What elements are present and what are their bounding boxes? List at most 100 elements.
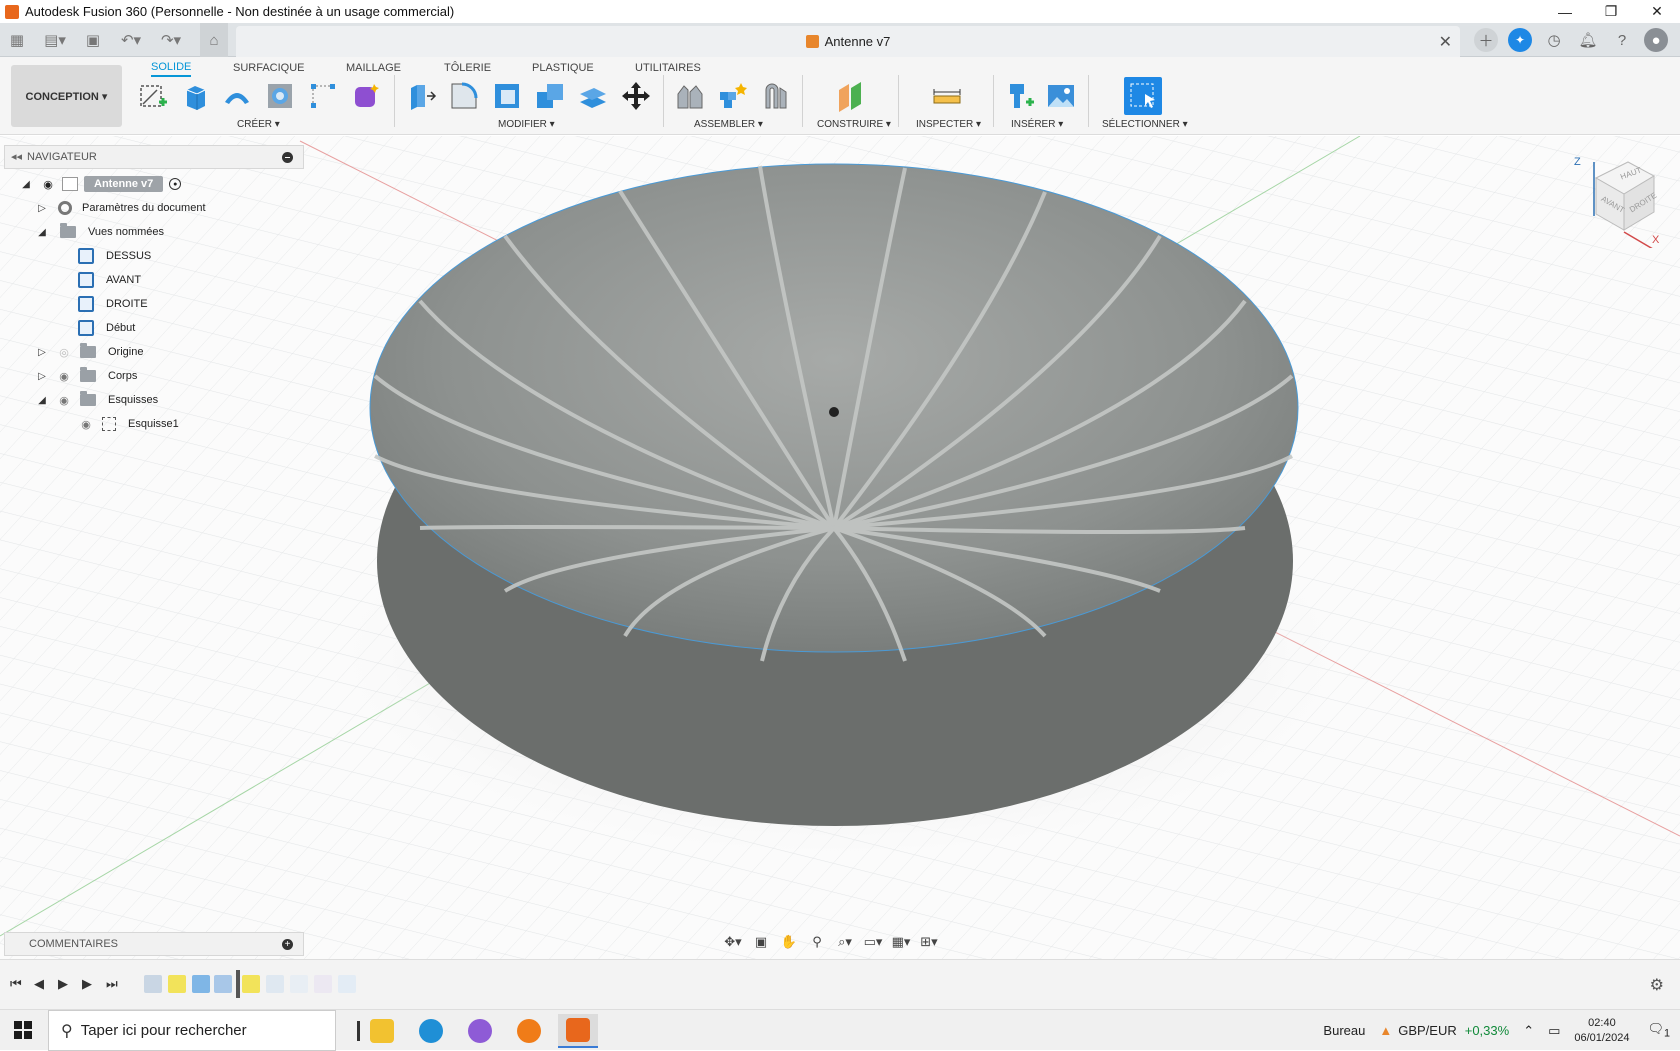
fillet-icon[interactable] xyxy=(447,79,481,113)
avatar[interactable]: ● xyxy=(1644,28,1668,52)
press-pull-icon[interactable] xyxy=(404,79,438,113)
notification-center-icon[interactable]: 🗨︎1 xyxy=(1647,1021,1670,1040)
timeline-feature-suppressed[interactable] xyxy=(290,975,308,993)
close-icon[interactable]: ✕ xyxy=(1634,0,1680,23)
tree-item-vues-nommees[interactable]: ◢ Vues nommées xyxy=(36,222,164,242)
group-selectionner[interactable]: SÉLECTIONNER ▾ xyxy=(1102,119,1188,130)
shell-icon[interactable] xyxy=(490,79,524,113)
eye-icon[interactable]: ◉ xyxy=(56,394,72,407)
timeline-settings-icon[interactable]: ⚙ xyxy=(1650,975,1664,995)
fusion360-taskbar-icon[interactable] xyxy=(558,1014,598,1048)
job-status-icon[interactable]: ◷ xyxy=(1542,28,1566,52)
extrude-icon[interactable] xyxy=(178,79,212,113)
taskbar-search[interactable]: ⚲ Taper ici pour rechercher xyxy=(48,1010,336,1051)
expand-triangle-icon[interactable]: ▷ xyxy=(36,370,48,382)
offset-face-icon[interactable] xyxy=(576,79,610,113)
timeline-feature[interactable] xyxy=(214,975,232,993)
timeline-feature-suppressed[interactable] xyxy=(266,975,284,993)
step-forward-icon[interactable]: ▶ xyxy=(82,976,92,992)
display-settings-icon[interactable]: ▭▾ xyxy=(862,932,884,952)
zoom-icon[interactable]: ⚲ xyxy=(806,932,828,952)
notifications-icon[interactable]: 🔔︎ xyxy=(1576,28,1600,52)
network-icon[interactable]: ▭ xyxy=(1548,1023,1560,1039)
tab-surfacique[interactable]: SURFACIQUE xyxy=(233,59,305,77)
tab-solide[interactable]: SOLIDE xyxy=(151,59,192,77)
stocks-widget-icon[interactable]: ▲ xyxy=(1379,1023,1392,1038)
eye-icon[interactable]: ◉ xyxy=(40,178,56,191)
close-tab-icon[interactable]: ✕ xyxy=(1439,32,1452,52)
group-modifier[interactable]: MODIFIER ▾ xyxy=(498,119,555,130)
step-back-icon[interactable]: ◀ xyxy=(34,976,44,992)
orbit-icon[interactable]: ✥▾ xyxy=(722,932,744,952)
look-at-icon[interactable]: ▣ xyxy=(750,932,772,952)
tab-maillage[interactable]: MAILLAGE xyxy=(346,59,401,77)
insert-derive-icon[interactable] xyxy=(1003,79,1037,113)
combine-icon[interactable] xyxy=(533,79,567,113)
clock[interactable]: 02:40 06/01/2024 xyxy=(1574,1016,1629,1046)
expand-triangle-icon[interactable]: ◢ xyxy=(36,394,48,406)
new-tab-icon[interactable]: ＋ xyxy=(1474,28,1498,52)
collapse-panel-icon[interactable]: ◂◂ xyxy=(11,150,22,163)
revolve-icon[interactable] xyxy=(220,79,254,113)
grid-settings-icon[interactable]: ▦▾ xyxy=(890,932,912,952)
tree-item-debut[interactable]: Début xyxy=(78,318,135,338)
windows-start-icon[interactable] xyxy=(14,1021,32,1039)
undo-icon[interactable]: ↶▾ xyxy=(114,23,148,57)
joint-icon[interactable] xyxy=(673,79,707,113)
timeline-marker[interactable] xyxy=(236,970,240,998)
model-canvas[interactable] xyxy=(0,136,1680,959)
tab-plastique[interactable]: PLASTIQUE xyxy=(532,59,594,77)
minimize-icon[interactable]: — xyxy=(1542,0,1588,23)
group-assembler[interactable]: ASSEMBLER ▾ xyxy=(694,119,763,130)
as-built-joint-icon[interactable] xyxy=(759,79,793,113)
tree-item-origine[interactable]: ▷ ◎ Origine xyxy=(36,342,143,362)
create-sketch-icon[interactable] xyxy=(136,79,170,113)
tree-item-corps[interactable]: ▷ ◉ Corps xyxy=(36,366,137,386)
expand-triangle-icon[interactable]: ▷ xyxy=(36,202,48,214)
file-menu-icon[interactable]: ▤▾ xyxy=(38,23,72,57)
tree-item-esquisse1[interactable]: ◉ Esquisse1 xyxy=(78,414,179,434)
file-explorer-icon[interactable] xyxy=(362,1014,402,1048)
restore-icon[interactable]: ❐ xyxy=(1588,0,1634,23)
insert-canvas-icon[interactable] xyxy=(1044,79,1078,113)
3d-viewport[interactable]: HAUT AVANT DROITE Z X xyxy=(0,136,1680,959)
eye-hidden-icon[interactable]: ◎ xyxy=(56,346,72,359)
document-tab[interactable]: Antenne v7 ✕ xyxy=(236,26,1460,57)
timeline-feature[interactable] xyxy=(242,975,260,993)
new-component-icon[interactable] xyxy=(716,79,750,113)
timeline-sketch-feature[interactable] xyxy=(144,975,162,993)
expand-triangle-icon[interactable]: ▷ xyxy=(36,346,48,358)
timeline-pattern-feature[interactable] xyxy=(192,975,210,993)
eye-icon[interactable]: ◉ xyxy=(56,370,72,383)
tab-tolerie[interactable]: TÔLERIE xyxy=(444,59,491,77)
tree-item-droite[interactable]: DROITE xyxy=(78,294,148,314)
home-icon[interactable]: ⌂ xyxy=(200,23,228,57)
tree-item-parametres[interactable]: ▷ Paramètres du document xyxy=(36,198,206,218)
group-creer[interactable]: CRÉER ▾ xyxy=(237,119,280,130)
workspace-selector[interactable]: CONCEPTION ▾ xyxy=(11,65,122,127)
timeline-feature-suppressed[interactable] xyxy=(338,975,356,993)
pattern-icon[interactable] xyxy=(306,79,340,113)
go-to-start-icon[interactable]: ⏮ xyxy=(10,976,22,992)
measure-icon[interactable] xyxy=(930,79,964,113)
expand-triangle-icon[interactable]: ◢ xyxy=(20,178,32,190)
tray-chevron-icon[interactable]: ⌃ xyxy=(1523,1023,1534,1039)
tree-item-avant[interactable]: AVANT xyxy=(78,270,141,290)
chrome-browser-icon[interactable] xyxy=(460,1014,500,1048)
group-inserer[interactable]: INSÉRER ▾ xyxy=(1011,119,1063,130)
tree-item-dessus[interactable]: DESSUS xyxy=(78,246,151,266)
tab-utilitaires[interactable]: UTILITAIRES xyxy=(635,59,701,77)
group-construire[interactable]: CONSTRUIRE ▾ xyxy=(817,119,891,130)
eye-icon[interactable]: ◉ xyxy=(78,418,94,431)
redo-icon[interactable]: ↷▾ xyxy=(154,23,188,57)
add-comment-icon[interactable]: + xyxy=(282,939,293,950)
tree-root[interactable]: ◢ ◉ Antenne v7 ● xyxy=(20,174,182,194)
tree-item-esquisses[interactable]: ◢ ◉ Esquisses xyxy=(36,390,158,410)
desktop-toolbar-label[interactable]: Bureau xyxy=(1323,1023,1365,1038)
zoom-window-icon[interactable]: ⌕▾ xyxy=(834,932,856,952)
hole-icon[interactable] xyxy=(263,79,297,113)
minimize-panel-icon[interactable] xyxy=(282,152,293,163)
select-icon[interactable] xyxy=(1124,77,1162,115)
timeline-feature-suppressed[interactable] xyxy=(314,975,332,993)
help-icon[interactable]: ? xyxy=(1610,28,1634,52)
